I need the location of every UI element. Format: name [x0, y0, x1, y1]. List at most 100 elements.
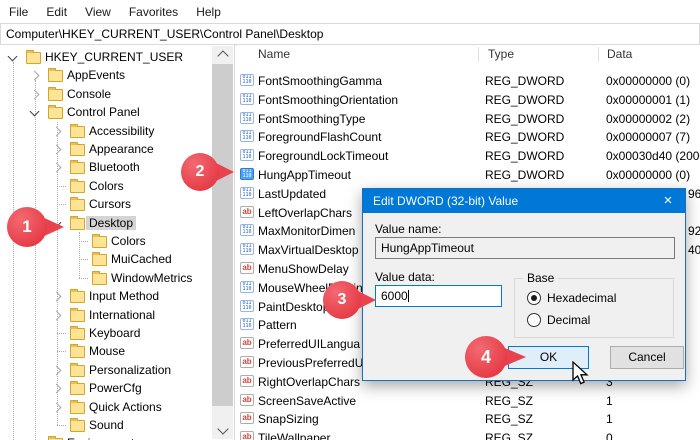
reg-dword-icon: 011 110	[240, 149, 254, 162]
chevron-collapsed-icon[interactable]	[29, 89, 40, 100]
tree-item-label: Appearance	[89, 142, 154, 156]
value-type: REG_DWORD	[485, 111, 565, 126]
tree-item-label: Accessibility	[89, 123, 155, 138]
radio-decimal[interactable]: Decimal	[527, 313, 590, 327]
value-row-fontsmoothinggamma[interactable]: 011 110 FontSmoothingGamma REG_DWORD 0x00000…	[237, 72, 700, 90]
tree-item-label: Colors	[89, 178, 124, 193]
value-row-foregroundlocktimeout[interactable]: 011 110 ForegroundLockTimeout REG_DWORD 0x00…	[237, 147, 700, 165]
value-data: 0	[606, 431, 613, 440]
tree-item-hkey-current-user[interactable]: HKEY_CURRENT_USER	[0, 48, 234, 66]
radio-hexadecimal[interactable]: Hexadecimal	[527, 291, 616, 305]
chevron-collapsed-icon[interactable]	[51, 126, 62, 137]
tree-item-keyboard[interactable]: Keyboard	[0, 324, 234, 342]
folder-icon	[70, 326, 85, 340]
value-row-screensaveactive[interactable]: ab ScreenSaveActive REG_SZ 1	[237, 392, 700, 410]
annotation-number: 3	[323, 281, 361, 319]
tree-item-mouse[interactable]: Mouse	[0, 342, 234, 360]
reg-dword-icon: 011 110	[240, 318, 254, 331]
radio-decimal-label: Decimal	[547, 313, 591, 327]
radio-icon-decimal[interactable]	[527, 313, 541, 327]
close-icon[interactable]: ×	[651, 189, 685, 213]
tree-item-control-panel[interactable]: Control Panel	[0, 103, 234, 121]
column-separator[interactable]	[478, 47, 479, 62]
dialog-titlebar[interactable]: Edit DWORD (32-bit) Value ×	[363, 189, 685, 213]
chevron-collapsed-icon[interactable]	[51, 310, 62, 321]
radio-icon-hexadecimal[interactable]	[527, 291, 541, 305]
tree-item-windowmetrics[interactable]: WindowMetrics	[0, 269, 234, 287]
menu-view[interactable]: View	[76, 5, 120, 19]
chevron-collapsed-icon[interactable]	[51, 291, 62, 302]
tree-item-accessibility[interactable]: Accessibility	[0, 122, 234, 140]
tree-item-input-method[interactable]: Input Method	[0, 287, 234, 305]
menu-favorites[interactable]: Favorites	[120, 5, 187, 19]
column-header-data[interactable]: Data	[607, 47, 632, 61]
menu-edit[interactable]: Edit	[37, 5, 76, 19]
scrollbar-thumb[interactable]	[212, 64, 233, 406]
address-bar[interactable]: Computer\HKEY_CURRENT_USER\Control Panel…	[0, 23, 700, 45]
value-data-field[interactable]: 6000	[375, 285, 502, 307]
tree-item-label: Environment	[67, 436, 134, 440]
tree-item-label: Bluetooth	[89, 160, 140, 175]
tree-item-environment[interactable]: Environment	[0, 434, 234, 440]
chevron-collapsed-icon[interactable]	[51, 162, 62, 173]
tree-item-label: Console	[67, 86, 112, 101]
folder-icon	[48, 68, 63, 83]
column-header-name[interactable]: Name	[258, 47, 290, 61]
cancel-button[interactable]: Cancel	[610, 346, 684, 369]
value-row-hungapptimeout[interactable]: 011 110 HungAppTimeout REG_DWORD 0x00000000 …	[237, 166, 700, 184]
chevron-collapsed-icon[interactable]	[51, 365, 62, 376]
value-data: 0x00000000 (0)	[606, 168, 691, 182]
menu-file[interactable]: File	[0, 5, 37, 19]
tree-item-international[interactable]: International	[0, 306, 234, 324]
tree-item-label: MuiCached	[111, 252, 172, 267]
column-header-type[interactable]: Type	[488, 47, 514, 61]
folder-icon	[70, 197, 85, 212]
tree-connector	[79, 259, 88, 261]
value-row-fontsmoothingorientation[interactable]: 011 110 FontSmoothingOrientation REG_DWORD 0…	[237, 91, 700, 109]
tree-connector	[57, 204, 66, 206]
value-data: 0x00000002 (2)	[606, 111, 691, 126]
value-data: 0x00030d40 (200000)	[606, 149, 700, 164]
column-separator[interactable]	[598, 47, 599, 62]
value-data-fragment: 967	[688, 186, 700, 201]
tree-item-label: Quick Actions	[89, 399, 162, 414]
folder-icon	[70, 399, 85, 414]
chevron-collapsed-icon[interactable]	[29, 70, 40, 81]
tree-item-personalization[interactable]: Personalization	[0, 361, 234, 379]
tree-item-console[interactable]: Console	[0, 85, 234, 103]
chevron-collapsed-icon[interactable]	[51, 144, 62, 155]
tree-item-powercfg[interactable]: PowerCfg	[0, 379, 234, 397]
tree-item-muicached[interactable]: MuiCached	[0, 250, 234, 268]
chevron-collapsed-icon[interactable]	[51, 383, 62, 394]
chevron-expanded-icon[interactable]	[7, 51, 18, 62]
tree-item-sound[interactable]: Sound	[0, 416, 234, 434]
value-type: REG_DWORD	[485, 168, 565, 182]
address-path: Computer\HKEY_CURRENT_USER\Control Panel…	[6, 27, 324, 41]
value-name: LeftOverlapChars	[258, 205, 353, 220]
value-row-tilewallpaper[interactable]: ab TileWallpaper REG_SZ 0	[237, 429, 700, 440]
pane-splitter[interactable]	[234, 45, 235, 440]
value-row-fontsmoothingtype[interactable]: 011 110 FontSmoothingType REG_DWORD 0x000000…	[237, 110, 700, 128]
reg-dword-icon: 011 110	[240, 280, 254, 293]
tree-item-label: HKEY_CURRENT_USER	[45, 50, 184, 64]
reg-dword-icon: 011 110	[240, 168, 254, 180]
scroll-down-icon[interactable]	[217, 423, 229, 435]
menu-help[interactable]: Help	[187, 5, 230, 19]
value-type: REG_SZ	[485, 412, 534, 427]
chevron-expanded-icon[interactable]	[29, 106, 40, 117]
tree-connector	[79, 241, 88, 242]
tree-item-label: Input Method	[89, 289, 160, 304]
value-row-snapsizing[interactable]: ab SnapSizing REG_SZ 1	[237, 410, 700, 428]
tree-scrollbar[interactable]	[212, 46, 233, 439]
value-row-foregroundflashcount[interactable]: 011 110 ForegroundFlashCount REG_DWORD 0x000…	[237, 128, 700, 146]
value-name-field[interactable]: HungAppTimeout	[375, 237, 675, 259]
chevron-collapsed-icon[interactable]	[51, 402, 62, 413]
tree-item-quick-actions[interactable]: Quick Actions	[0, 398, 234, 416]
scroll-up-icon[interactable]	[217, 50, 229, 62]
folder-icon	[70, 418, 85, 432]
value-type: REG_DWORD	[485, 92, 565, 107]
value-data: 1	[606, 393, 613, 408]
tree-item-appevents[interactable]: AppEvents	[0, 66, 234, 84]
tree-item-label: Personalization	[89, 362, 172, 377]
value-type: REG_SZ	[485, 393, 534, 408]
